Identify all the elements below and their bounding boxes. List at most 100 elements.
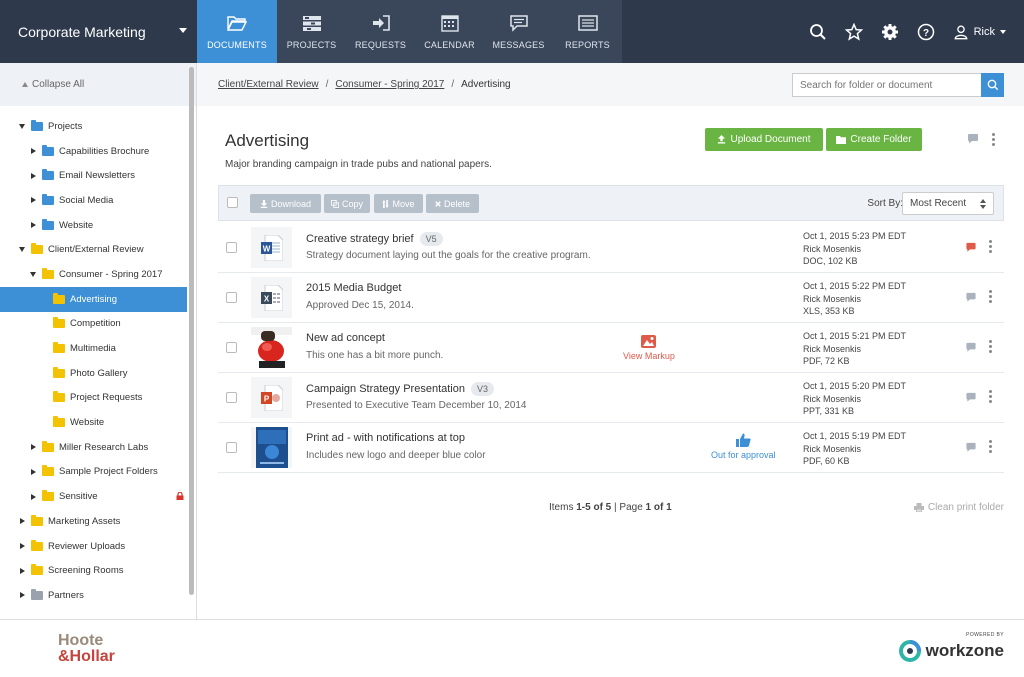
comment-icon[interactable] [967, 133, 979, 145]
copy-button[interactable]: Copy [324, 194, 370, 213]
sidebar-folder-social-media[interactable]: Social Media [0, 188, 196, 213]
table-row[interactable]: X 2015 Media Budget Approved Dec 15, 2014.… [218, 273, 1004, 323]
view-markup-link[interactable]: View Markup [623, 335, 675, 361]
table-row[interactable]: New ad concept This one has a bit more pu… [218, 323, 1004, 373]
chevron-right-icon[interactable] [17, 541, 27, 551]
upload-document-button[interactable]: Upload Document [705, 128, 823, 151]
row-checkbox[interactable] [226, 242, 237, 253]
sidebar-folder-sample-project-folders[interactable]: Sample Project Folders [0, 460, 196, 485]
sidebar-folder-email-newsletters[interactable]: Email Newsletters [0, 163, 196, 188]
chevron-right-icon[interactable] [28, 220, 38, 230]
star-icon[interactable] [844, 22, 863, 41]
sidebar-folder-screening-rooms[interactable]: Screening Rooms [0, 558, 196, 583]
comment-icon[interactable] [965, 292, 977, 303]
document-title[interactable]: Print ad - with notifications at top [306, 432, 465, 444]
row-more-menu[interactable] [989, 390, 992, 403]
out-for-approval-status[interactable]: Out for approval [711, 433, 776, 460]
document-title[interactable]: Creative strategy brief V5 [306, 232, 443, 246]
sidebar-folder-website[interactable]: Website [0, 213, 196, 238]
chevron-right-icon[interactable] [17, 516, 27, 526]
document-thumbnail[interactable]: P [251, 377, 292, 418]
sidebar-folder-projects[interactable]: Projects [0, 114, 196, 139]
sidebar-folder-advertising[interactable]: Advertising [0, 286, 187, 312]
chevron-down-icon[interactable] [17, 245, 27, 255]
document-thumbnail[interactable] [251, 327, 292, 368]
pager-text: Items [549, 502, 577, 513]
search-icon[interactable] [809, 23, 827, 41]
sidebar-folder-sensitive[interactable]: Sensitive [0, 484, 196, 509]
document-thumbnail[interactable]: W [251, 227, 292, 268]
search-button[interactable] [981, 73, 1004, 97]
sidebar-folder-photo-gallery[interactable]: Photo Gallery [0, 361, 196, 386]
nav-projects[interactable]: PROJECTS [277, 0, 346, 63]
search-input[interactable] [792, 73, 981, 97]
chevron-right-icon[interactable] [17, 566, 27, 576]
comment-icon[interactable] [965, 342, 977, 353]
create-folder-button[interactable]: Create Folder [826, 128, 922, 151]
row-checkbox[interactable] [226, 292, 237, 303]
chevron-right-icon[interactable] [28, 467, 38, 477]
workspace-selector[interactable]: Corporate Marketing [0, 0, 197, 63]
sidebar-folder-partners[interactable]: Partners [0, 583, 196, 608]
sidebar-folder-marketing-assets[interactable]: Marketing Assets [0, 509, 196, 534]
nav-requests[interactable]: REQUESTS [346, 0, 415, 63]
user-menu[interactable]: Rick [953, 24, 1006, 40]
row-checkbox[interactable] [226, 392, 237, 403]
row-more-menu[interactable] [989, 290, 992, 303]
nav-documents[interactable]: DOCUMENTS [197, 0, 277, 63]
table-row[interactable]: Print ad - with notifications at top Incl… [218, 423, 1004, 473]
sidebar-folder-project-requests[interactable]: Project Requests [0, 386, 196, 411]
document-title[interactable]: Campaign Strategy Presentation V3 [306, 382, 494, 396]
sidebar-folder-competition[interactable]: Competition [0, 312, 196, 337]
gear-icon[interactable] [881, 23, 899, 41]
collapse-all-button[interactable]: Collapse All [0, 63, 196, 106]
chevron-down-icon[interactable] [28, 269, 38, 279]
move-button[interactable]: Move [374, 194, 423, 213]
nav-calendar[interactable]: CALENDAR [415, 0, 484, 63]
sidebar-folder-reviewer-uploads[interactable]: Reviewer Uploads [0, 534, 196, 559]
sidebar-folder-website[interactable]: Website [0, 410, 196, 435]
row-more-menu[interactable] [989, 240, 992, 253]
sidebar-folder-consumer-spring-2017[interactable]: Consumer - Spring 2017 [0, 262, 196, 287]
nav-reports[interactable]: REPORTS [553, 0, 622, 63]
table-row[interactable]: W Creative strategy brief V5 Strategy docum… [218, 223, 1004, 273]
row-checkbox[interactable] [226, 342, 237, 353]
document-thumbnail[interactable] [251, 427, 292, 468]
chevron-right-icon[interactable] [17, 590, 27, 600]
pager-text: | Page [611, 502, 646, 513]
delete-button[interactable]: Delete [426, 194, 479, 213]
breadcrumb-link[interactable]: Consumer - Spring 2017 [335, 79, 444, 90]
chevron-right-icon[interactable] [28, 146, 38, 156]
nav-messages[interactable]: MESSAGES [484, 0, 553, 63]
row-more-menu[interactable] [989, 340, 992, 353]
sidebar-folder-miller-research-labs[interactable]: Miller Research Labs [0, 435, 196, 460]
comment-icon[interactable] [965, 442, 977, 453]
breadcrumb-link[interactable]: Client/External Review [218, 79, 319, 90]
table-row[interactable]: P Campaign Strategy Presentation V3 Present… [218, 373, 1004, 423]
document-title[interactable]: New ad concept [306, 332, 385, 344]
sidebar-folder-capabilities-brochure[interactable]: Capabilities Brochure [0, 139, 196, 164]
document-description: Presented to Executive Team December 10,… [306, 400, 527, 411]
chevron-down-icon[interactable] [17, 121, 27, 131]
sidebar-folder-multimedia[interactable]: Multimedia [0, 336, 196, 361]
clean-print-folder-button[interactable]: Clean print folder [913, 502, 1004, 513]
chevron-right-icon[interactable] [28, 492, 38, 502]
row-checkbox[interactable] [226, 442, 237, 453]
svg-text:X: X [263, 294, 269, 303]
document-thumbnail[interactable]: X [251, 277, 292, 318]
row-more-menu[interactable] [989, 440, 992, 453]
chevron-right-icon[interactable] [28, 195, 38, 205]
sidebar-folder-client-external-review[interactable]: Client/External Review [0, 237, 196, 262]
download-button[interactable]: Download [250, 194, 321, 213]
document-title[interactable]: 2015 Media Budget [306, 282, 401, 294]
sidebar-scrollbar[interactable] [189, 67, 194, 595]
folder-more-menu[interactable] [992, 133, 995, 146]
comment-icon[interactable] [965, 392, 977, 403]
comment-icon[interactable] [965, 242, 977, 253]
help-icon[interactable]: ? [917, 23, 935, 41]
chevron-right-icon[interactable] [28, 442, 38, 452]
sort-select[interactable]: Most Recent [902, 192, 994, 215]
chevron-right-icon[interactable] [28, 171, 38, 181]
select-all-checkbox[interactable] [227, 197, 238, 208]
document-meta: Oct 1, 2015 5:23 PM EDT Rick Mosenkis DOC,… [803, 230, 906, 268]
